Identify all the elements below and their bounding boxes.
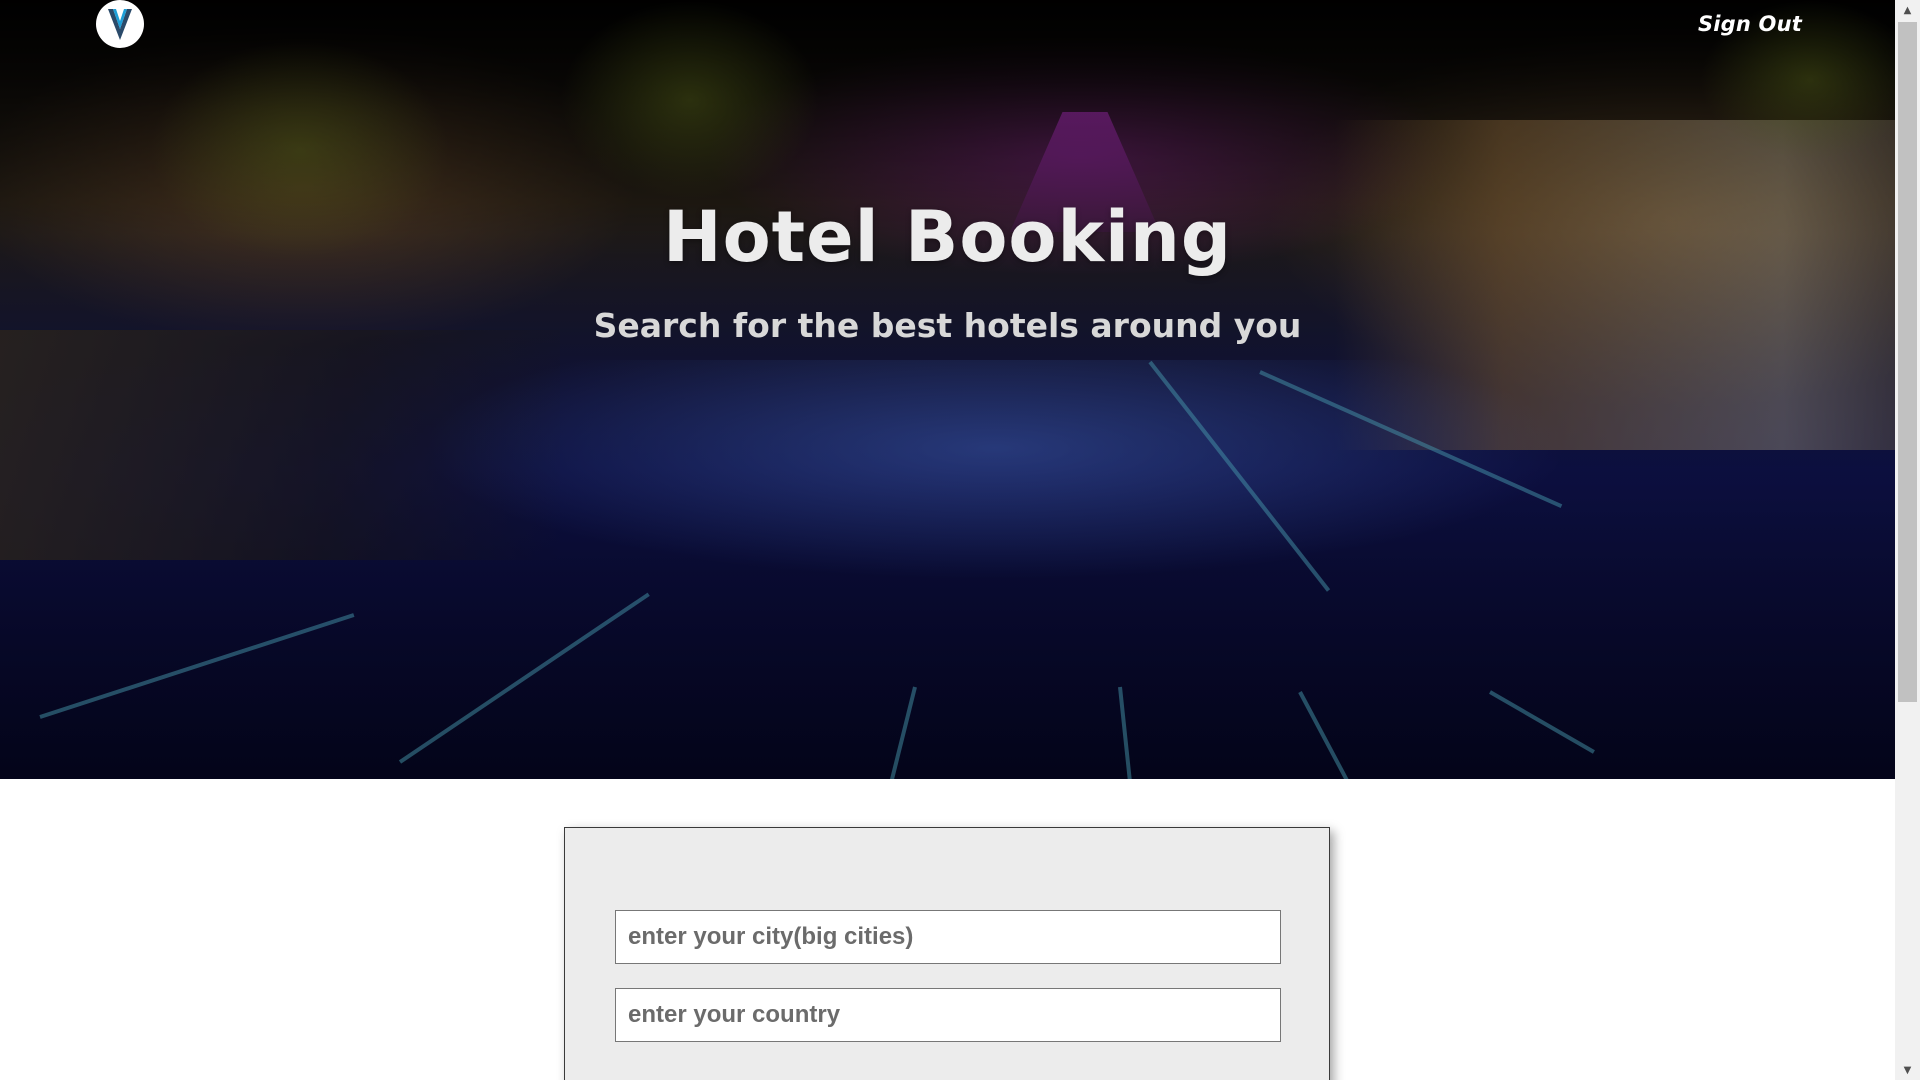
hero-bg-pool-line [1118, 686, 1133, 779]
page-title: Hotel Booking [662, 196, 1232, 278]
search-form [564, 827, 1330, 1080]
country-input[interactable] [615, 988, 1281, 1042]
page: Hotel Booking Search for the best hotels… [0, 0, 1895, 1080]
page-subtitle: Search for the best hotels around you [593, 306, 1302, 345]
sign-out-link[interactable]: Sign Out [1698, 12, 1802, 36]
arrow-down-icon[interactable]: ▼ [1895, 1060, 1920, 1080]
arrow-up-icon[interactable]: ▲ [1895, 0, 1920, 20]
hero-bg-pool-line [888, 686, 917, 779]
city-input[interactable] [615, 910, 1281, 964]
scrollbar-thumb[interactable] [1898, 22, 1917, 702]
hero-banner: Hotel Booking Search for the best hotels… [0, 0, 1895, 779]
hero-bg-pool-line [1298, 691, 1359, 779]
hero-bg-pool [420, 360, 1570, 580]
hero-bg-pool-line [39, 613, 355, 719]
scrollbar[interactable]: ▲ ▼ [1895, 0, 1920, 1080]
hero-bg-pool-line [1489, 690, 1595, 754]
v-logo-icon [108, 9, 132, 40]
hero-bg-pool-line [398, 592, 650, 764]
logo[interactable] [96, 0, 144, 48]
hero-bg-palm [560, 0, 820, 200]
